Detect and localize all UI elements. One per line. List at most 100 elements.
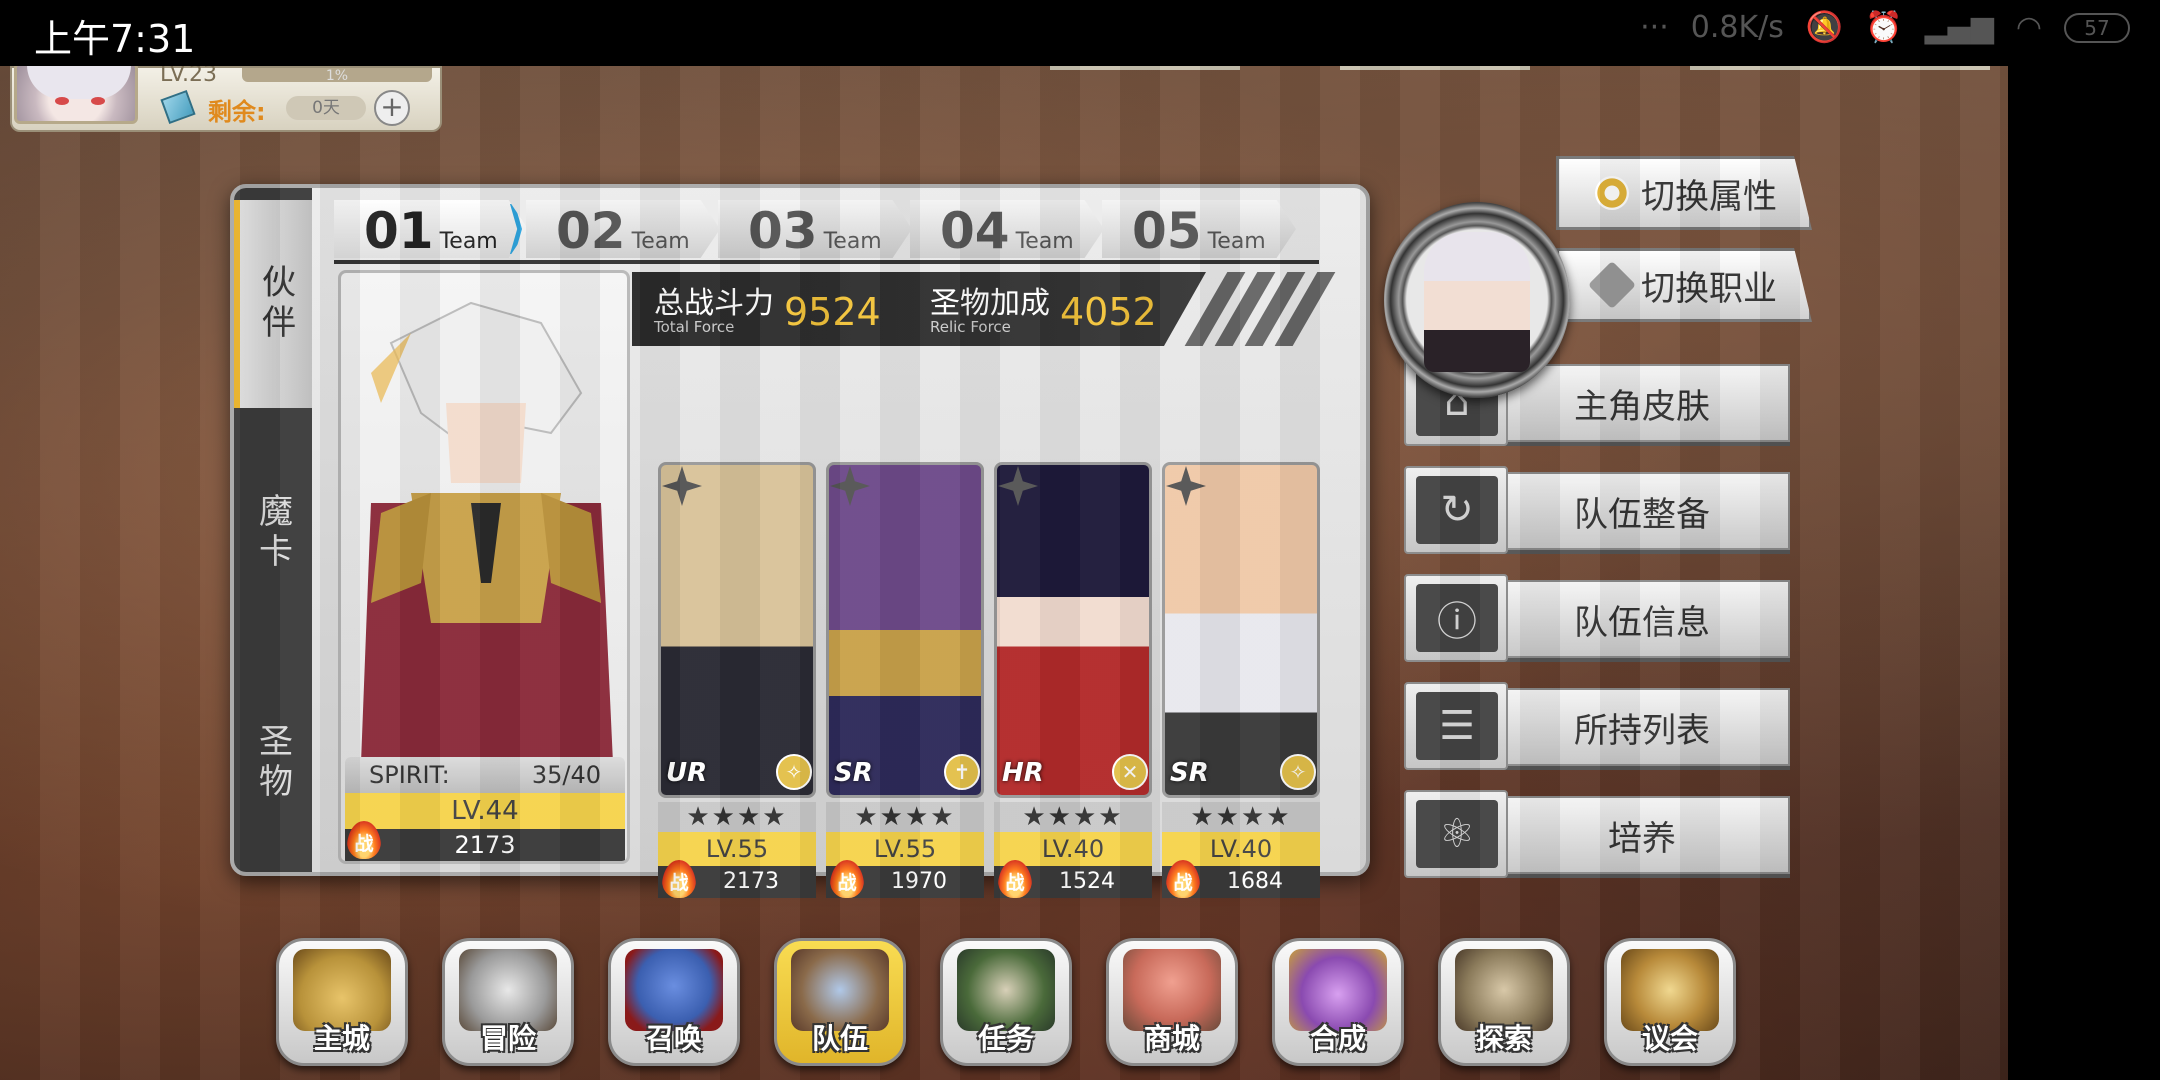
total-force-label-en: Total Force [654,318,735,336]
nav-team[interactable]: 队伍 [774,938,906,1066]
leader-character-art [361,301,613,763]
avatar-hair [27,66,131,99]
fire-icon: 战 [347,821,381,859]
member-stars: ★★★★ [658,802,816,832]
team-info-button[interactable]: 队伍信息 ⓘ [1404,570,1790,664]
total-force-value: 9524 [784,290,881,334]
player-info-panel[interactable]: LV.23 1% 剩余: 0天 + [10,66,442,132]
switch-class-button[interactable]: 切换职业 [1556,248,1812,322]
relic-force-value: 4052 [1060,290,1157,334]
member-level: LV.40 [1162,832,1320,866]
fire-icon: 战 [1166,860,1200,898]
power-badge: 战 [1173,872,1193,894]
nav-council[interactable]: 议会 [1604,938,1736,1066]
train-button[interactable]: 培养 ⚛ [1404,786,1790,880]
shuriken-icon [662,466,702,506]
gear-icon [1595,176,1629,210]
total-force: 总战斗力 Total Force 9524 [654,278,881,336]
nav-quests[interactable]: 任务 [940,938,1072,1066]
avatar-eye [55,97,69,105]
more-icon: ··· [1640,10,1669,45]
avatar-eye [91,97,105,105]
status-bar: 上午7:31 ··· 0.8K/s 🔕 ⏰ ▂▄▆ ◠ 57 [0,0,2160,66]
top-frame-decoration [1340,66,1530,70]
main-character-portrait[interactable] [1384,202,1570,398]
network-speed: 0.8K/s [1690,10,1784,45]
cycle-icon-box: ↻ [1404,466,1508,554]
stripe-decoration [1274,272,1336,346]
train-icon: ⚛ [1416,800,1498,868]
team-tab-number: 05 [1132,202,1202,260]
member-power: 1684 [1162,866,1320,898]
team-info-icon-box: ⓘ [1404,574,1508,662]
tab-partners[interactable]: 伙伴 [234,200,312,408]
stripe-decoration [1214,272,1276,346]
nav-adventure[interactable]: 冒险 [442,938,574,1066]
nav-shop[interactable]: 商城 [1106,938,1238,1066]
portrait-face [1424,232,1530,372]
switch-attribute-label: 切换属性 [1641,176,1777,217]
owned-list-button[interactable]: 所持列表 ☰ [1404,678,1790,772]
member-level: LV.40 [994,832,1152,866]
wrench-icon: ✧ [776,754,812,790]
nav-summon[interactable]: 召唤 [608,938,740,1066]
nav-label: 任务 [977,1022,1034,1055]
remaining-days: 0天 [286,96,366,120]
game-viewport: LV.23 1% 剩余: 0天 + 伙伴 魔卡 圣物 01 Team 02 Team… [0,66,2008,1080]
member-art [826,462,984,798]
player-avatar[interactable] [14,66,138,124]
remaining-label: 剩余: [208,98,266,126]
tab-team-01[interactable]: 01 Team [334,200,528,258]
tab-magic-cards[interactable]: 魔卡 [234,428,312,638]
battery-icon: 57 [2064,12,2130,43]
fire-icon: 战 [662,860,696,898]
tab-relics[interactable]: 圣物 [234,658,312,868]
swords-icon [1587,260,1637,310]
nav-main-city[interactable]: 主城 [276,938,408,1066]
nav-label: 主城 [313,1022,370,1055]
member-rarity: UR [666,758,708,788]
member-level: LV.55 [826,832,984,866]
side-letterbox [2008,66,2160,1080]
team-tab-number: 03 [748,202,818,260]
member-card[interactable]: SR ✧ ★★★★ LV.40 1684 战 [1162,462,1320,916]
member-art [658,462,816,798]
power-badge: 战 [837,872,857,894]
train-icon-box: ⚛ [1404,790,1508,878]
team-tab-number: 04 [940,202,1010,260]
nav-craft[interactable]: 合成 [1272,938,1404,1066]
shuriken-icon [830,466,870,506]
member-card[interactable]: UR ✧ ★★★★ LV.55 2173 战 [658,462,816,916]
leader-card[interactable]: SPIRIT: 35/40 LV.44 2173 战 [338,270,630,864]
shuriken-icon [1166,466,1206,506]
member-level: LV.55 [658,832,816,866]
signal-icon: ▂▄▆ [1924,10,1994,45]
side-tabs: 伙伴 魔卡 圣物 [234,188,312,872]
total-force-label: 总战斗力 [654,286,774,321]
force-summary: 总战斗力 Total Force 9524 圣物加成 Relic Force 4… [632,272,1336,346]
spirit-value: 35/40 [531,761,601,789]
status-time: 上午7:31 [34,17,196,61]
member-card[interactable]: HR ✕ ★★★★ LV.40 1524 战 [994,462,1152,916]
tab-magic-cards-label: 魔卡 [252,493,293,573]
player-exp-bar: 1% [242,68,432,84]
switch-attribute-button[interactable]: 切换属性 [1556,156,1812,230]
team-prepare-button[interactable]: 队伍整备 ↻ [1404,462,1790,556]
tab-team-04[interactable]: 04 Team [910,200,1104,258]
screen: 上午7:31 ··· 0.8K/s 🔕 ⏰ ▂▄▆ ◠ 57 LV.23 1% [0,0,2160,1080]
tab-team-02[interactable]: 02 Team [526,200,720,258]
wrench-icon: ✧ [1280,754,1316,790]
member-stars: ★★★★ [1162,802,1320,832]
tab-team-05[interactable]: 05 Team [1102,200,1296,258]
member-rarity: SR [1170,758,1209,788]
member-card[interactable]: SR ✝ ★★★★ LV.55 1970 战 [826,462,984,916]
list-icon-box: ☰ [1404,682,1508,770]
fire-icon: 战 [998,860,1032,898]
relic-force: 圣物加成 Relic Force 4052 [930,278,1157,336]
add-days-button[interactable]: + [374,90,410,126]
nav-explore[interactable]: 探索 [1438,938,1570,1066]
member-art [994,462,1152,798]
fire-icon: 战 [830,860,864,898]
nav-label: 冒险 [479,1022,536,1055]
tab-team-03[interactable]: 03 Team [718,200,912,258]
